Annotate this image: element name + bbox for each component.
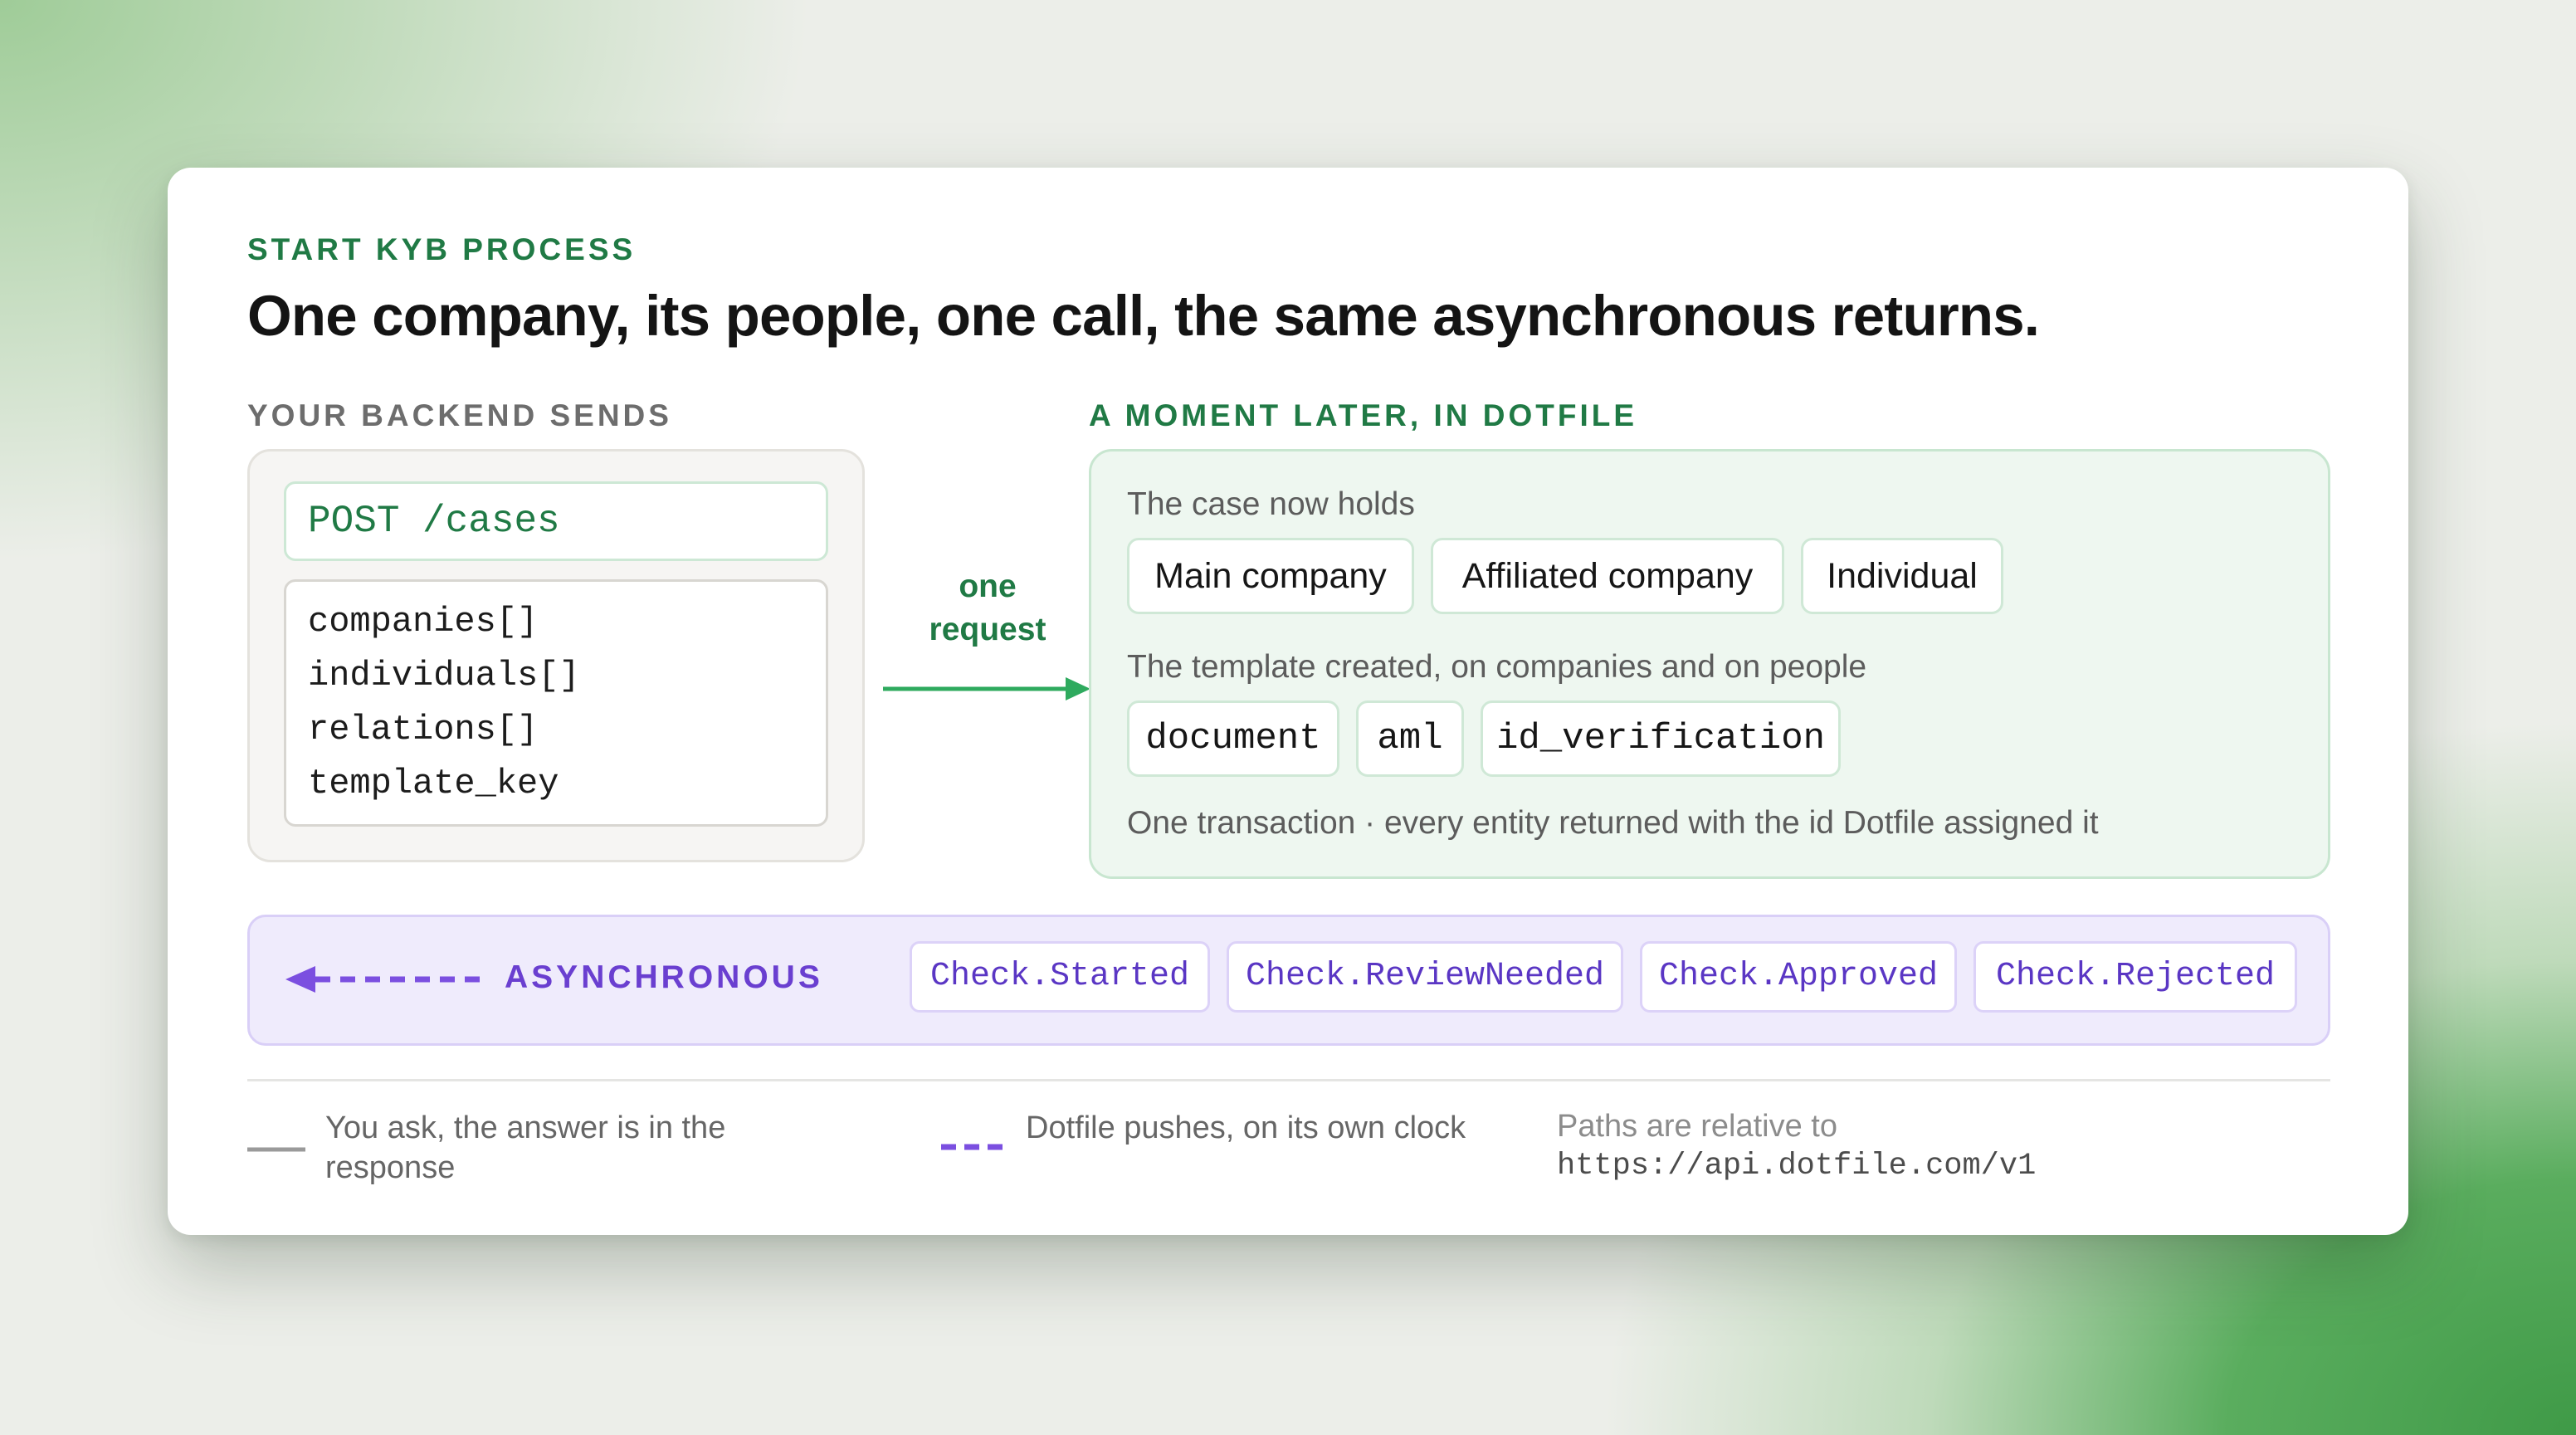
headline: One company, its people, one call, the s… [247,284,2040,348]
field-relations: relations[] [308,710,539,749]
event-check-started: Check.Started [910,941,1210,1013]
event-check-review-needed: Check.ReviewNeeded [1227,941,1623,1013]
template-caption: The template created, on companies and o… [1127,649,1867,685]
entity-chip-main-company: Main company [1127,538,1414,614]
async-legend-text: Dotfile pushes, on its own clock [1026,1110,1466,1145]
entity-chip-individual: Individual [1801,538,2003,614]
dotfile-heading: A MOMENT LATER, IN DOTFILE [1089,398,1638,432]
event-check-approved: Check.Approved [1640,941,1957,1013]
async-label: ASYNCHRONOUS [505,959,823,995]
request-arrow-icon [883,677,1090,700]
holds-caption: The case now holds [1127,486,1415,522]
paths-caption: Paths are relative to [1557,1109,1837,1144]
sync-legend-text: You ask, the answer is in the response [325,1110,726,1185]
dashed-line-legend-icon [941,1144,1003,1150]
endpoint-label: POST /cases [284,481,828,561]
entity-chip-affiliated-company: Affiliated company [1431,538,1784,614]
async-arrow-icon [285,966,480,993]
check-chip-aml: aml [1356,700,1464,777]
eyebrow-title: START KYB PROCESS [247,232,637,266]
event-check-rejected: Check.Rejected [1973,941,2297,1013]
legend-divider [247,1079,2330,1081]
check-chip-id-verification: id_verification [1481,700,1841,777]
field-companies: companies[] [308,602,539,642]
flow-label-line1: one [959,569,1017,604]
transaction-footnote: One transaction · every entity returned … [1127,805,2099,841]
paths-note: Paths are relative to https://api.dotfil… [1557,1106,2036,1186]
diagram-card: START KYB PROCESS One company, its peopl… [168,168,2408,1235]
field-template-key: template_key [308,764,559,803]
backend-heading: YOUR BACKEND SENDS [247,398,672,432]
base-url: https://api.dotfile.com/v1 [1557,1149,2037,1184]
field-individuals: individuals[] [308,656,580,696]
solid-line-legend-icon [247,1147,305,1152]
check-chip-document: document [1127,700,1339,777]
flow-label: one request [898,565,1077,652]
flow-label-line2: request [929,612,1046,647]
request-body-box: companies[] individuals[] relations[] te… [284,579,828,827]
